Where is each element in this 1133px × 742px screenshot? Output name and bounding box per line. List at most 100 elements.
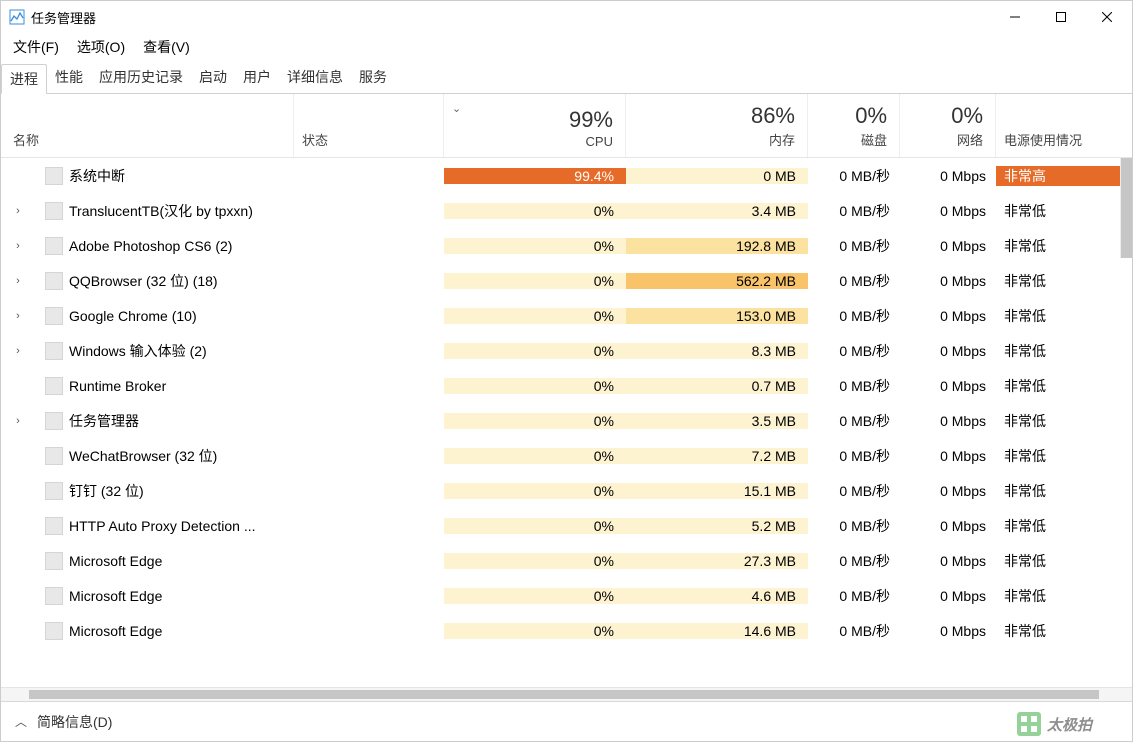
expand-icon[interactable]: › <box>11 310 25 322</box>
cell-cpu: 0% <box>444 623 626 639</box>
process-icon <box>45 482 63 500</box>
cell-network: 0 Mbps <box>900 238 996 254</box>
table-row[interactable]: WeChatBrowser (32 位)0%7.2 MB0 MB/秒0 Mbps… <box>1 438 1132 473</box>
process-icon <box>45 272 63 290</box>
chevron-up-icon[interactable]: ︿ <box>15 713 27 730</box>
process-icon <box>45 587 63 605</box>
cell-network: 0 Mbps <box>900 553 996 569</box>
tab-services[interactable]: 服务 <box>351 63 395 93</box>
table-row[interactable]: ›任务管理器0%3.5 MB0 MB/秒0 Mbps非常低 <box>1 403 1132 438</box>
expand-icon[interactable]: › <box>11 205 25 217</box>
menu-options[interactable]: 选项(O) <box>77 37 125 57</box>
app-icon <box>9 9 25 25</box>
process-name: TranslucentTB(汉化 by tpxxn) <box>69 201 253 221</box>
table-row[interactable]: ›TranslucentTB(汉化 by tpxxn)0%3.4 MB0 MB/… <box>1 193 1132 228</box>
vertical-scrollbar[interactable] <box>1120 158 1132 258</box>
table-row[interactable]: 系统中断99.4%0 MB0 MB/秒0 Mbps非常高 <box>1 158 1132 193</box>
col-header-memory[interactable]: 86% 内存 <box>626 94 808 157</box>
cell-name: › TranslucentTB(汉化 by tpxxn) <box>1 201 444 221</box>
tab-details[interactable]: 详细信息 <box>279 63 351 93</box>
cell-power: 非常低 <box>996 481 1132 501</box>
disk-usage-pct: 0% <box>855 104 887 128</box>
process-name: HTTP Auto Proxy Detection ... <box>69 518 255 534</box>
menu-file[interactable]: 文件(F) <box>13 37 59 57</box>
table-row[interactable]: HTTP Auto Proxy Detection ...0%5.2 MB0 M… <box>1 508 1132 543</box>
table-row[interactable]: ›Adobe Photoshop CS6 (2)0%192.8 MB0 MB/秒… <box>1 228 1132 263</box>
process-view: 名称 状态 ⌄ 99% CPU 86% 内存 0% 磁盘 0% 网络 电源使用情… <box>1 94 1132 701</box>
process-icon <box>45 237 63 255</box>
cell-power: 非常低 <box>996 271 1132 291</box>
maximize-button[interactable] <box>1038 1 1084 33</box>
table-row[interactable]: ›QQBrowser (32 位) (18)0%562.2 MB0 MB/秒0 … <box>1 263 1132 298</box>
cell-network: 0 Mbps <box>900 273 996 289</box>
col-header-status-label: 状态 <box>302 130 328 149</box>
memory-label: 内存 <box>769 130 795 149</box>
col-header-disk[interactable]: 0% 磁盘 <box>808 94 900 157</box>
fewer-details-button[interactable]: 简略信息(D) <box>37 712 112 732</box>
cell-disk: 0 MB/秒 <box>808 621 900 641</box>
cell-disk: 0 MB/秒 <box>808 516 900 536</box>
expand-icon[interactable]: › <box>11 415 25 427</box>
menubar: 文件(F) 选项(O) 查看(V) <box>1 33 1132 63</box>
table-row[interactable]: Microsoft Edge0%14.6 MB0 MB/秒0 Mbps非常低 <box>1 613 1132 648</box>
process-icon <box>45 202 63 220</box>
cell-disk: 0 MB/秒 <box>808 271 900 291</box>
cell-disk: 0 MB/秒 <box>808 446 900 466</box>
process-name: WeChatBrowser (32 位) <box>69 446 217 466</box>
cell-disk: 0 MB/秒 <box>808 306 900 326</box>
cell-power: 非常低 <box>996 201 1132 221</box>
cell-memory: 7.2 MB <box>626 448 808 464</box>
cell-name: Microsoft Edge <box>1 622 444 640</box>
cell-memory: 8.3 MB <box>626 343 808 359</box>
cell-network: 0 Mbps <box>900 168 996 184</box>
process-name: Runtime Broker <box>69 378 166 394</box>
cpu-label: CPU <box>586 134 613 149</box>
table-row[interactable]: Microsoft Edge0%27.3 MB0 MB/秒0 Mbps非常低 <box>1 543 1132 578</box>
process-name: Adobe Photoshop CS6 (2) <box>69 238 232 254</box>
table-row[interactable]: Microsoft Edge0%4.6 MB0 MB/秒0 Mbps非常低 <box>1 578 1132 613</box>
table-row[interactable]: Runtime Broker0%0.7 MB0 MB/秒0 Mbps非常低 <box>1 368 1132 403</box>
memory-usage-pct: 86% <box>751 104 795 128</box>
process-icon <box>45 377 63 395</box>
col-header-name[interactable]: 名称 <box>1 94 294 157</box>
cell-power: 非常低 <box>996 376 1132 396</box>
col-header-status[interactable]: 状态 <box>294 94 444 157</box>
cell-cpu: 0% <box>444 413 626 429</box>
expand-icon[interactable]: › <box>11 345 25 357</box>
cell-network: 0 Mbps <box>900 448 996 464</box>
table-row[interactable]: ›Google Chrome (10)0%153.0 MB0 MB/秒0 Mbp… <box>1 298 1132 333</box>
close-button[interactable] <box>1084 1 1130 33</box>
table-row[interactable]: 钉钉 (32 位)0%15.1 MB0 MB/秒0 Mbps非常低 <box>1 473 1132 508</box>
menu-view[interactable]: 查看(V) <box>143 37 190 57</box>
cell-cpu: 0% <box>444 273 626 289</box>
tab-app-history[interactable]: 应用历史记录 <box>91 63 191 93</box>
cell-disk: 0 MB/秒 <box>808 551 900 571</box>
tab-users[interactable]: 用户 <box>235 63 279 93</box>
col-header-cpu[interactable]: ⌄ 99% CPU <box>444 94 626 157</box>
tab-processes[interactable]: 进程 <box>1 64 47 94</box>
tab-performance[interactable]: 性能 <box>47 63 91 93</box>
cell-disk: 0 MB/秒 <box>808 411 900 431</box>
tab-startup[interactable]: 启动 <box>191 63 235 93</box>
svg-text:太极拍: 太极拍 <box>1046 717 1094 734</box>
cell-power: 非常高 <box>996 166 1132 186</box>
process-name: Microsoft Edge <box>69 588 162 604</box>
table-row[interactable]: ›Windows 输入体验 (2)0%8.3 MB0 MB/秒0 Mbps非常低 <box>1 333 1132 368</box>
cell-cpu: 0% <box>444 203 626 219</box>
process-name: 任务管理器 <box>69 411 139 431</box>
col-header-power[interactable]: 电源使用情况 <box>996 94 1132 157</box>
cell-cpu: 0% <box>444 483 626 499</box>
cell-disk: 0 MB/秒 <box>808 166 900 186</box>
col-header-network[interactable]: 0% 网络 <box>900 94 996 157</box>
cell-memory: 14.6 MB <box>626 623 808 639</box>
expand-icon[interactable]: › <box>11 240 25 252</box>
cell-power: 非常低 <box>996 516 1132 536</box>
cell-network: 0 Mbps <box>900 623 996 639</box>
minimize-button[interactable] <box>992 1 1038 33</box>
cell-cpu: 0% <box>444 238 626 254</box>
expand-icon[interactable]: › <box>11 275 25 287</box>
horizontal-scrollbar-track[interactable] <box>1 687 1132 701</box>
process-icon <box>45 307 63 325</box>
horizontal-scrollbar-thumb[interactable] <box>29 690 1099 699</box>
process-name: Microsoft Edge <box>69 553 162 569</box>
